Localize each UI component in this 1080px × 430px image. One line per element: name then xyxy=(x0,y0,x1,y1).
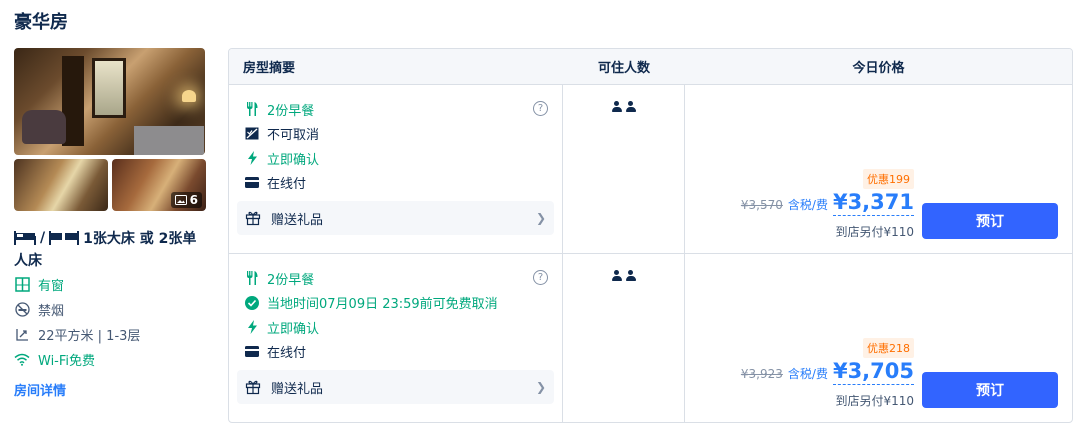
room-info-panel: 6 / 1张大床 或 2张单人床 有窗 禁烟 22平方米 | 1-3层 Wi-F… xyxy=(14,48,206,399)
photo-count: 6 xyxy=(189,193,198,207)
card-icon xyxy=(245,346,259,358)
original-price: ¥3,570 xyxy=(740,198,783,212)
window-icon xyxy=(14,277,30,292)
book-button[interactable]: 预订 xyxy=(922,372,1058,408)
table-header: 房型摘要 可住人数 今日价格 xyxy=(229,49,1072,85)
lightning-icon xyxy=(247,320,257,335)
price-cell: 优惠218 ¥3,923 含税/费 ¥3,705 到店另付¥110 预订 xyxy=(685,254,1072,422)
feature-window: 有窗 xyxy=(14,272,206,297)
policy-breakfast: 2份早餐 xyxy=(237,266,554,291)
card-icon xyxy=(245,177,259,189)
rate-summary: 2份早餐 不可取消 立即确认 在线付 ? 赠送礼品 ❯ xyxy=(229,85,563,253)
rate-summary: 2份早餐 当地时间07月09日 23:59前可免费取消 立即确认 在线付 ? 赠… xyxy=(229,254,563,422)
current-price[interactable]: ¥3,371 xyxy=(832,189,914,216)
chevron-right-icon: ❯ xyxy=(535,211,546,225)
header-summary: 房型摘要 xyxy=(243,61,296,76)
feature-no-smoking: 禁烟 xyxy=(14,297,206,322)
gift-row[interactable]: 赠送礼品 ❯ xyxy=(237,370,554,404)
bed-icon xyxy=(14,231,36,245)
photo-count-badge: 6 xyxy=(170,192,202,208)
person-icon xyxy=(611,101,622,112)
feature-wifi: Wi-Fi免费 xyxy=(14,347,206,372)
pay-at-hotel-fee: 到店另付¥110 xyxy=(835,394,914,408)
tax-label: 含税/费 xyxy=(787,367,828,381)
discount-badge: 优惠218 xyxy=(863,338,914,358)
no-cancel-icon xyxy=(245,127,259,140)
room-photo-thumb[interactable] xyxy=(14,159,108,211)
discount-badge: 优惠199 xyxy=(863,169,914,189)
room-photo-main[interactable] xyxy=(14,48,205,155)
room-details-link[interactable]: 房间详情 xyxy=(14,380,206,399)
table-row: 2份早餐 当地时间07月09日 23:59前可免费取消 立即确认 在线付 ? 赠… xyxy=(229,254,1072,422)
utensils-icon xyxy=(247,271,258,286)
pay-at-hotel-fee: 到店另付¥110 xyxy=(835,225,914,239)
person-icon xyxy=(611,270,622,281)
room-photo-thumb[interactable]: 6 xyxy=(112,159,206,211)
person-icon xyxy=(625,101,636,112)
gift-row[interactable]: 赠送礼品 ❯ xyxy=(237,201,554,235)
feature-area: 22平方米 | 1-3层 xyxy=(14,322,206,347)
policy-payment: 在线付 xyxy=(237,340,554,365)
current-price[interactable]: ¥3,705 xyxy=(832,358,914,385)
gift-icon xyxy=(245,211,261,226)
gift-icon xyxy=(245,380,261,395)
book-button[interactable]: 预订 xyxy=(922,203,1058,239)
original-price: ¥3,923 xyxy=(740,367,783,381)
wifi-icon xyxy=(14,353,30,366)
price-cell: 优惠199 ¥3,570 含税/费 ¥3,371 到店另付¥110 预订 xyxy=(685,85,1072,253)
policy-confirm: 立即确认 xyxy=(237,146,554,171)
utensils-icon xyxy=(247,102,258,117)
help-icon[interactable]: ? xyxy=(533,270,548,285)
chevron-right-icon: ❯ xyxy=(535,380,546,394)
help-icon[interactable]: ? xyxy=(533,101,548,116)
tax-label: 含税/费 xyxy=(787,198,828,212)
check-circle-icon xyxy=(245,295,259,310)
guest-capacity xyxy=(563,85,685,253)
table-row: 2份早餐 不可取消 立即确认 在线付 ? 赠送礼品 ❯ 优惠199 ¥3,570… xyxy=(229,85,1072,254)
room-title: 豪华房 xyxy=(14,12,68,33)
guest-capacity xyxy=(563,254,685,422)
rate-table: 房型摘要 可住人数 今日价格 2份早餐 不可取消 立即确认 在线付 ? 赠送礼品… xyxy=(228,48,1073,423)
policy-confirm: 立即确认 xyxy=(237,315,554,340)
policy-cancel: 当地时间07月09日 23:59前可免费取消 xyxy=(237,291,554,316)
bed-type: / 1张大床 或 2张单人床 xyxy=(14,230,197,269)
policy-payment: 在线付 xyxy=(237,171,554,196)
header-price: 今日价格 xyxy=(852,61,905,76)
policy-cancel: 不可取消 xyxy=(237,122,554,147)
lightning-icon xyxy=(247,151,257,166)
policy-breakfast: 2份早餐 xyxy=(237,97,554,122)
person-icon xyxy=(625,270,636,281)
header-guests: 可住人数 xyxy=(597,61,650,76)
no-smoking-icon xyxy=(14,302,30,317)
area-icon xyxy=(15,329,28,341)
image-icon xyxy=(174,195,187,205)
twin-bed-icon xyxy=(49,231,80,245)
